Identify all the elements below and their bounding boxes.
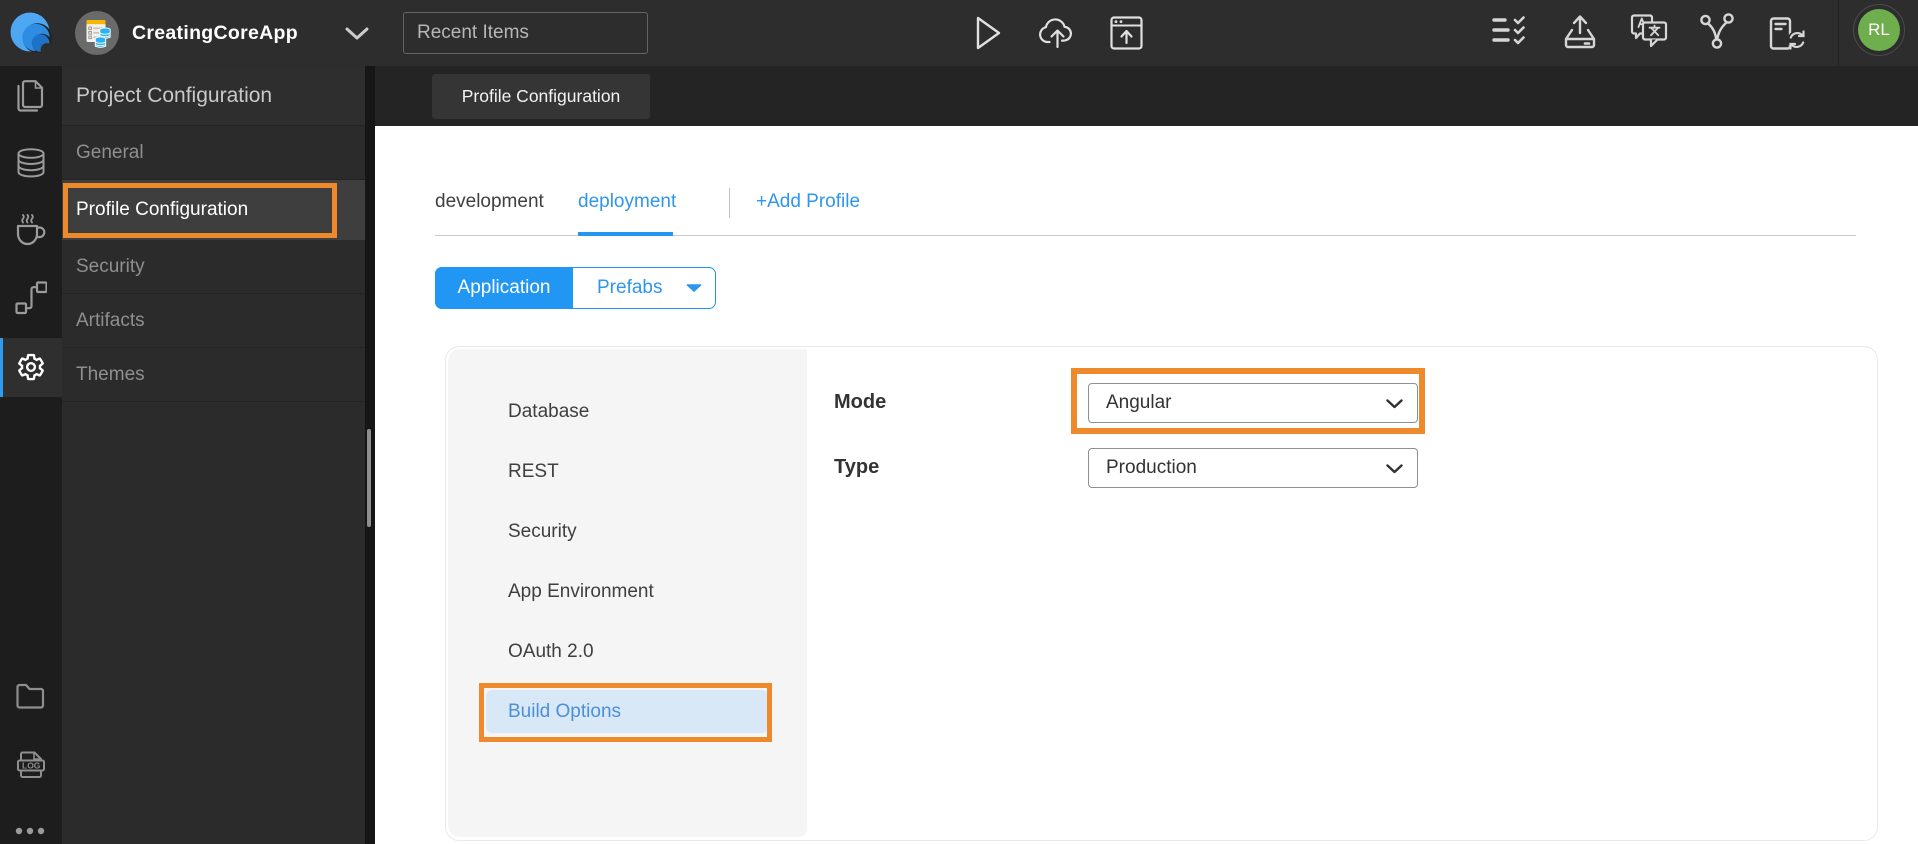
svg-text:LOG: LOG [22,761,41,771]
